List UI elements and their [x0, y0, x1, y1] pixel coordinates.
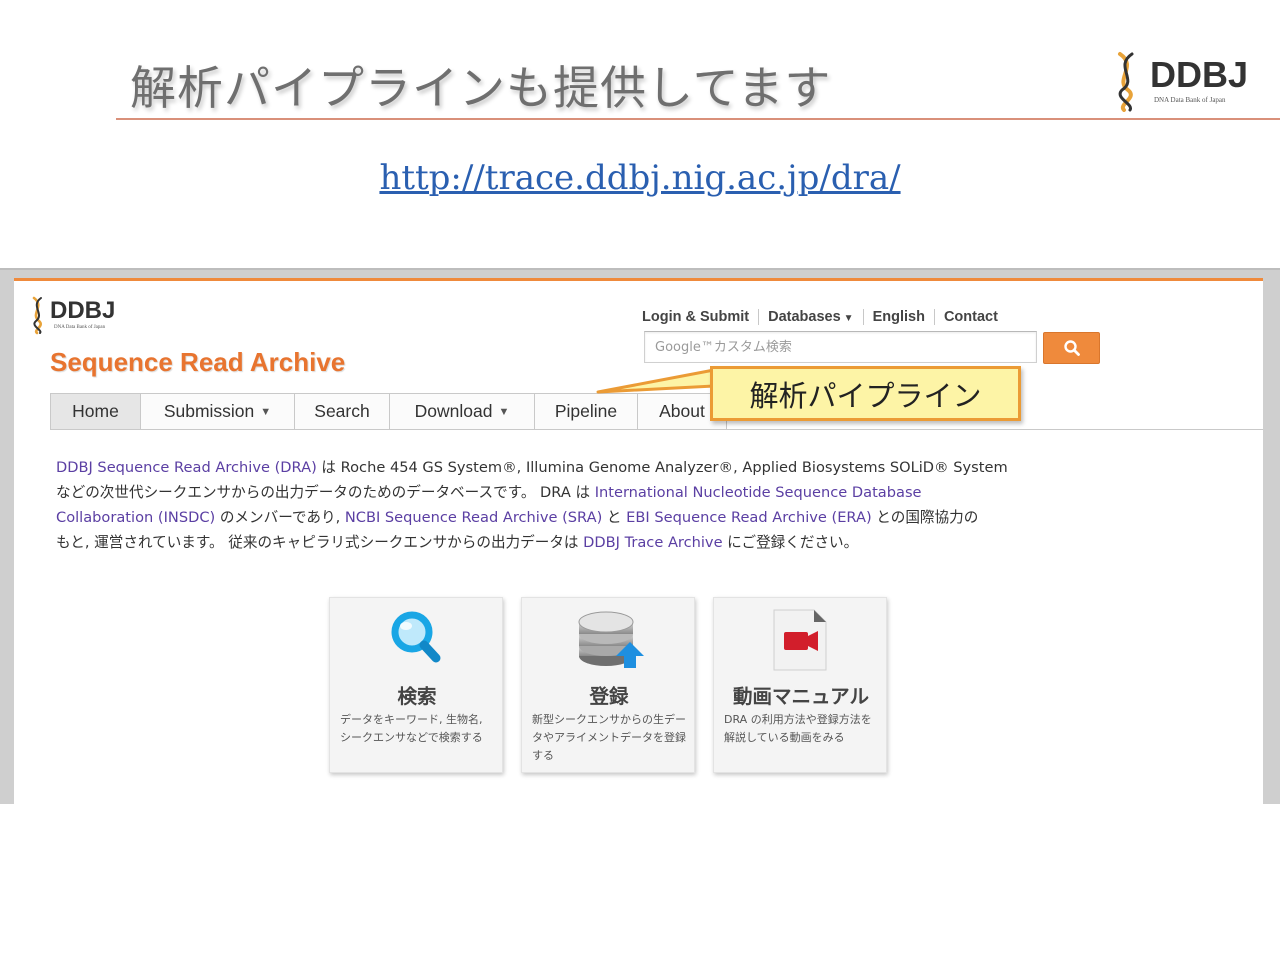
card-video[interactable]: 動画マニュアル DRA の利用方法や登録方法を解説している動画をみる — [713, 597, 887, 773]
chevron-down-icon: ▼ — [498, 405, 510, 418]
dna-helix-icon — [32, 296, 42, 335]
search-input[interactable] — [644, 331, 1037, 363]
search-button[interactable] — [1043, 332, 1100, 364]
english-link[interactable]: English — [873, 309, 925, 325]
tab-home[interactable]: Home — [50, 393, 140, 430]
intro-text: のメンバーであり, — [215, 509, 345, 526]
tab-home-label: Home — [72, 401, 119, 421]
card-search[interactable]: 検索 データをキーワード, 生物名, シークエンサなどで検索する — [329, 597, 503, 773]
card-submit[interactable]: 登録 新型シークエンサからの生データやアライメントデータを登録する — [521, 597, 695, 773]
card-video-desc: DRA の利用方法や登録方法を解説している動画をみる — [724, 713, 872, 744]
site-logo[interactable]: DDBJ DNA Data Bank of Japan — [28, 295, 148, 335]
tab-search[interactable]: Search — [294, 393, 389, 430]
intro-text: にご登録ください。 — [722, 534, 859, 551]
website-screenshot: DDBJ DNA Data Bank of Japan Sequence Rea… — [0, 268, 1280, 806]
video-file-icon — [773, 609, 827, 671]
magnifier-icon — [391, 611, 441, 663]
intro-text: は Roche 454 GS System®, Illumina Genome … — [316, 459, 1008, 476]
pipeline-callout: 解析パイプライン — [710, 366, 1021, 421]
tab-pipeline[interactable]: Pipeline — [534, 393, 637, 430]
nav-separator — [758, 309, 760, 325]
slide-logo: DDBJ DNA Data Bank of Japan — [1110, 50, 1270, 112]
tab-pipeline-label: Pipeline — [554, 401, 618, 421]
card-search-title: 検索 — [397, 685, 437, 708]
dra-url-link[interactable]: http://trace.ddbj.nig.ac.jp/dra/ — [379, 158, 900, 198]
site-logo-text: DDBJ — [50, 297, 116, 324]
search-icon — [1063, 340, 1080, 356]
website-page: DDBJ DNA Data Bank of Japan Sequence Rea… — [14, 278, 1263, 806]
database-upload-icon — [578, 611, 644, 668]
insdc-link-cont[interactable]: Collaboration (INSDC) — [56, 509, 215, 526]
intro-paragraph: DDBJ Sequence Read Archive (DRA) は Roche… — [56, 455, 1116, 555]
tab-search-label: Search — [314, 401, 370, 421]
intro-text: と — [602, 509, 627, 526]
card-video-title: 動画マニュアル — [733, 685, 869, 708]
databases-menu[interactable]: Databases ▼ — [768, 309, 853, 325]
tab-download-label: Download — [414, 401, 493, 421]
ncbi-sra-link[interactable]: NCBI Sequence Read Archive (SRA) — [345, 509, 602, 526]
url-line: http://trace.ddbj.nig.ac.jp/dra/ — [0, 158, 1280, 198]
nav-separator — [862, 309, 864, 325]
slide-title: 解析パイプラインも提供してます — [130, 61, 832, 115]
slide-logo-subtitle: DNA Data Bank of Japan — [1154, 96, 1226, 104]
card-search-desc: データをキーワード, 生物名, シークエンサなどで検索する — [340, 713, 483, 744]
login-submit-link[interactable]: Login & Submit — [642, 309, 749, 325]
intro-text: などの次世代シークエンサからの出力データのためのデータベースです。 DRA は — [56, 484, 595, 501]
card-submit-title: 登録 — [589, 685, 629, 708]
intro-text: もと, 運営されています。 従来のキャピラリ式シークエンサからの出力データは — [56, 534, 584, 551]
slide-logo-text: DDBJ — [1150, 54, 1249, 95]
insdc-link[interactable]: International Nucleotide Sequence Databa… — [595, 484, 922, 501]
nav-separator — [933, 309, 935, 325]
chevron-down-icon: ▼ — [260, 405, 272, 418]
main-nav-tabs: Home Submission ▼ Search Download ▼ Pipeli… — [50, 393, 1263, 430]
trace-archive-link[interactable]: DDBJ Trace Archive — [583, 534, 722, 551]
dra-link[interactable]: DDBJ Sequence Read Archive (DRA) — [56, 459, 317, 476]
chevron-down-icon: ▼ — [843, 313, 854, 324]
title-divider — [116, 118, 1280, 120]
site-logo-subtitle: DNA Data Bank of Japan — [54, 325, 106, 330]
intro-text: との国際協力の — [871, 509, 979, 526]
tab-about-label: About — [659, 401, 705, 421]
tab-submission[interactable]: Submission ▼ — [140, 393, 294, 430]
tab-download[interactable]: Download ▼ — [389, 393, 534, 430]
dna-helix-icon — [1118, 52, 1134, 112]
databases-label: Databases — [768, 309, 841, 325]
utility-nav: Login & Submit Databases ▼ English Contac… — [642, 309, 998, 325]
tab-submission-label: Submission — [163, 401, 255, 421]
contact-link[interactable]: Contact — [944, 309, 998, 325]
ebi-era-link[interactable]: EBI Sequence Read Archive (ERA) — [626, 509, 872, 526]
site-name: Sequence Read Archive — [50, 347, 346, 377]
card-submit-desc: 新型シークエンサからの生データやアライメントデータを登録する — [532, 713, 686, 762]
